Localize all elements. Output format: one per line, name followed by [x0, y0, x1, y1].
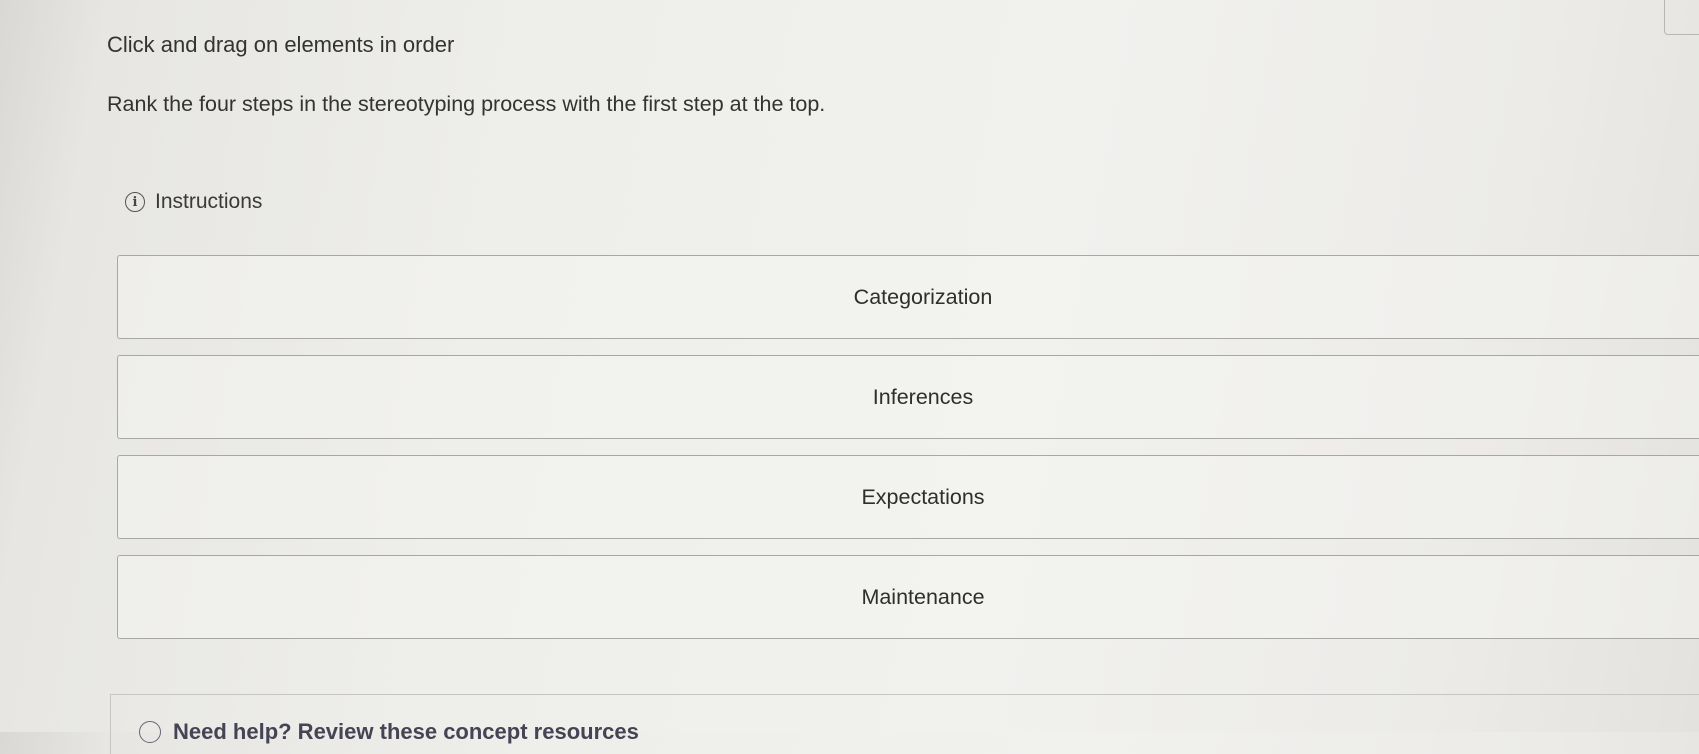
instructions-label: Instructions	[155, 190, 263, 213]
top-right-widget[interactable]	[1664, 0, 1699, 35]
rank-item[interactable]: Maintenance	[117, 555, 1699, 639]
question-text: Rank the four steps in the stereotyping …	[107, 92, 826, 116]
rank-item[interactable]: Inferences	[117, 355, 1699, 439]
help-toggle[interactable]: Need help? Review these concept resource…	[139, 719, 639, 745]
rank-item-label: Maintenance	[861, 584, 985, 609]
rank-item-label: Inferences	[872, 384, 974, 409]
help-resources-panel[interactable]: Need help? Review these concept resource…	[110, 694, 1699, 754]
help-label: Need help? Review these concept resource…	[173, 719, 639, 744]
rank-item-label: Expectations	[861, 484, 985, 509]
rank-item[interactable]: Categorization	[117, 255, 1699, 339]
rank-item-label: Categorization	[853, 284, 993, 309]
prompt-text: Click and drag on elements in order	[107, 32, 455, 57]
chevron-icon	[139, 721, 161, 743]
rank-item[interactable]: Expectations	[117, 455, 1699, 539]
info-icon: i	[125, 192, 145, 212]
instructions-toggle[interactable]: i Instructions	[125, 190, 262, 214]
